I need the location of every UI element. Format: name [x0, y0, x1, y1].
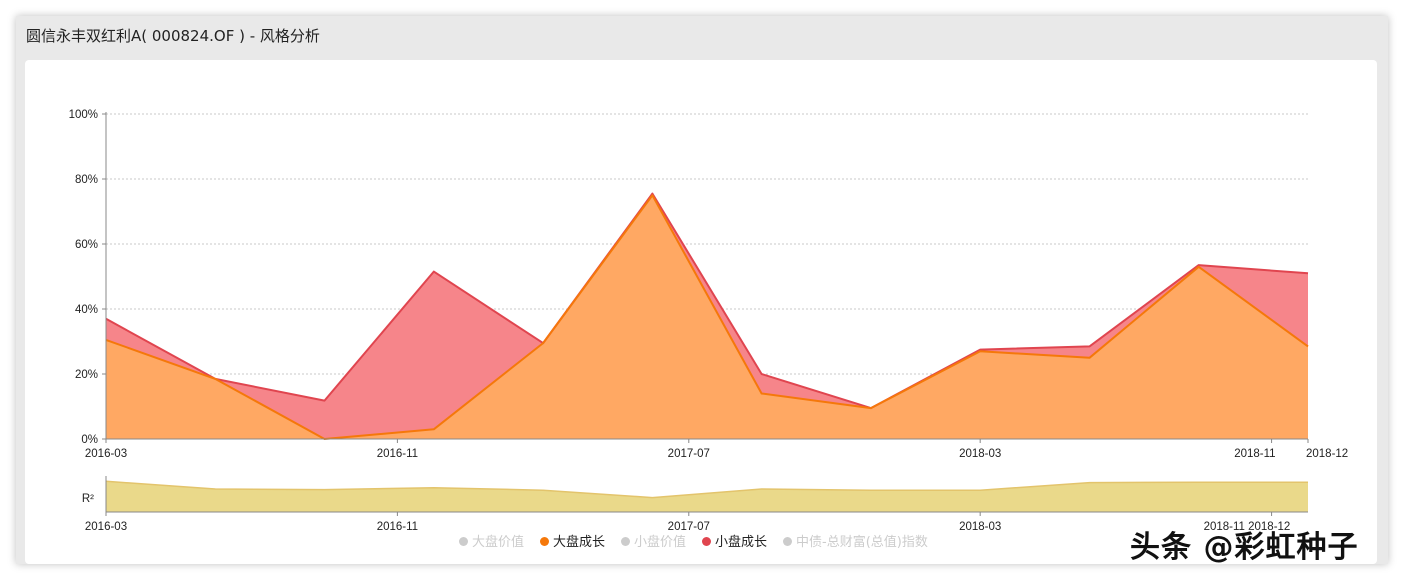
legend-dot-icon: [540, 537, 549, 546]
x-tick-label: 2016-11: [377, 448, 418, 460]
y-tick-label: 0%: [81, 434, 98, 446]
y-tick-label: 20%: [75, 369, 98, 381]
r2-area: [106, 481, 1308, 512]
x-tick-label: 2018-12: [1306, 448, 1348, 460]
legend-label: 小盘成长: [715, 535, 768, 550]
legend-dot-icon: [459, 537, 468, 546]
legend-dot-icon: [783, 537, 792, 546]
legend-label: 大盘价值: [472, 535, 525, 550]
x-tick-label: 2016-03: [85, 448, 127, 460]
legend-dot-icon: [702, 537, 711, 546]
legend-item-small-value[interactable]: 小盘价值: [621, 533, 686, 553]
legend-item-bond-index[interactable]: 中债-总财富(总值)指数: [783, 533, 928, 553]
legend-item-large-value[interactable]: 大盘价值: [459, 533, 524, 553]
legend-label: 大盘成长: [553, 535, 606, 550]
r2-x-tick-label: 2017-07: [668, 521, 710, 533]
y-tick-label: 80%: [75, 174, 98, 186]
r2-x-tick-label: 2016-11: [377, 521, 418, 533]
style-analysis-chart: 0% 20% 40% 60% 80% 100% 2016-03 2016-11 2017-07 2…: [69, 109, 1349, 533]
legend-item-small-growth[interactable]: 小盘成长: [702, 533, 767, 553]
watermark: 头条 @彩虹种子: [1130, 530, 1359, 565]
y-tick-label: 40%: [75, 304, 98, 316]
legend-dot-icon: [621, 537, 630, 546]
r2-chart: R²2016-03 2016-11 2017-07 2018-03 2018-11 20…: [82, 476, 1308, 533]
y-tick-label: 100%: [69, 109, 98, 121]
x-tick-label: 2018-11: [1234, 448, 1275, 460]
main-areas: [105, 192, 1309, 440]
legend-label: 中债-总财富(总值)指数: [796, 535, 928, 550]
r2-x-tick-label: 2018-03: [959, 521, 1001, 533]
r2-x-tick-label: 2016-03: [85, 521, 127, 533]
y-tick-label: 60%: [75, 239, 98, 251]
legend-item-large-growth[interactable]: 大盘成长: [540, 533, 605, 553]
legend-label: 小盘价值: [634, 535, 687, 550]
x-tick-label: 2017-07: [668, 448, 710, 460]
r2-axis-label: R²: [82, 493, 94, 505]
x-tick-label: 2018-03: [959, 448, 1001, 460]
